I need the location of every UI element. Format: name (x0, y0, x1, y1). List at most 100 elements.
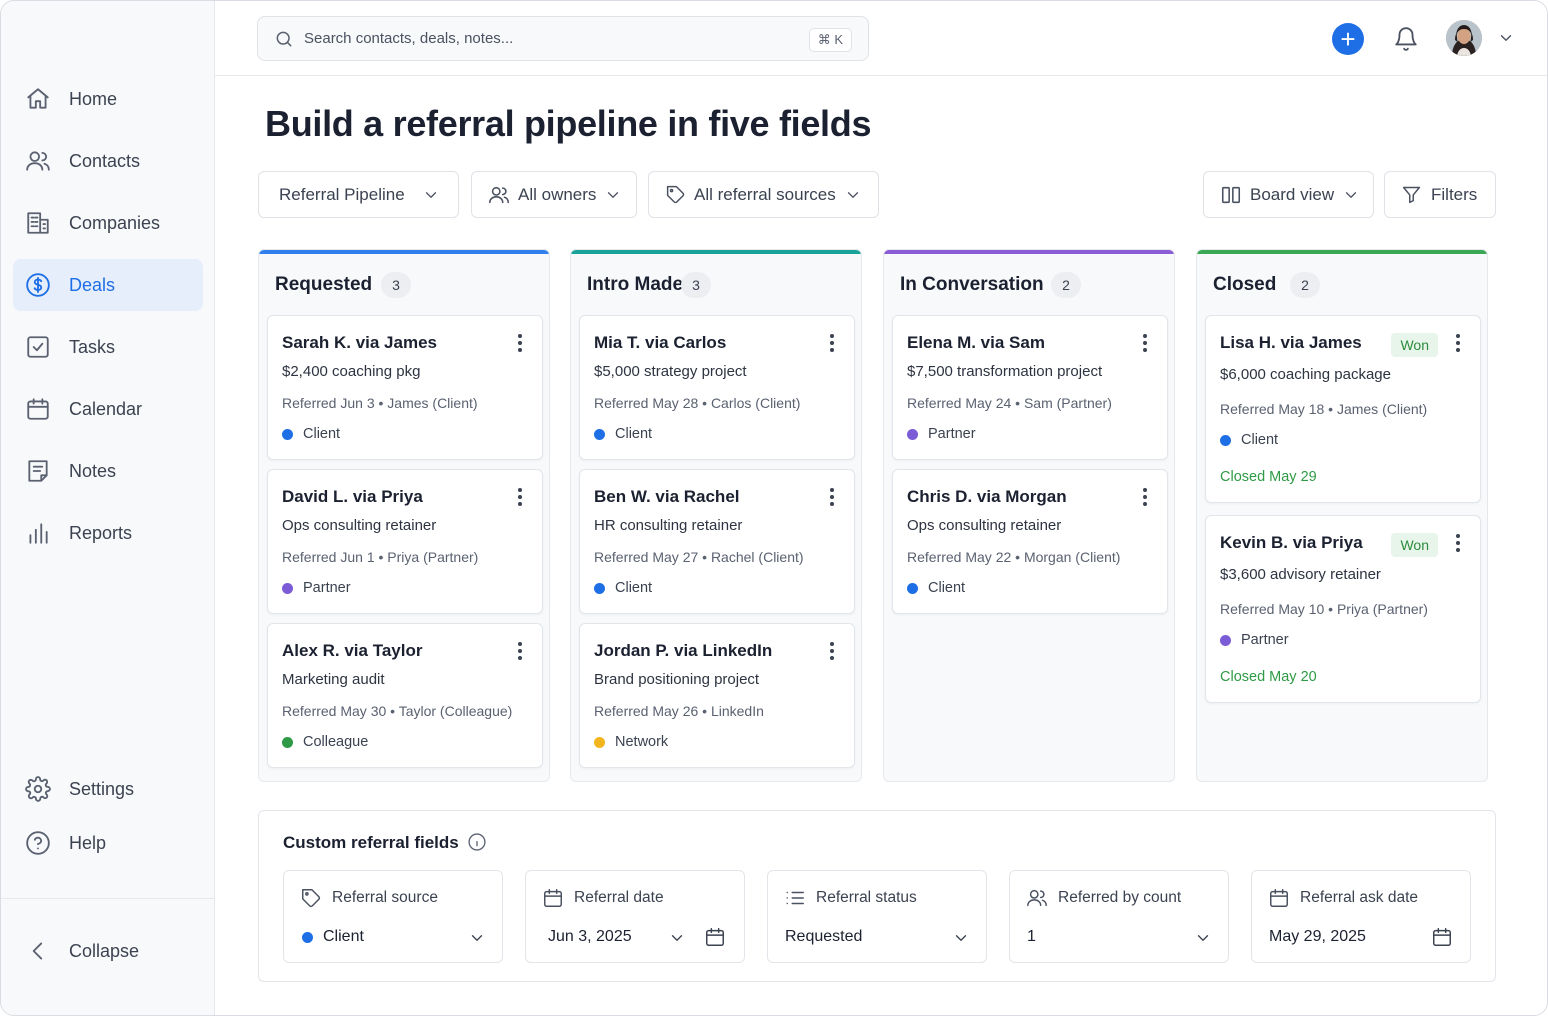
deal-card[interactable]: Alex R. via Taylor Marketing audit Referre… (267, 623, 543, 768)
board-view-dropdown[interactable]: Board view (1203, 171, 1374, 218)
sidebar-item-reports[interactable]: Reports (13, 507, 203, 559)
calendar-picker-icon[interactable] (704, 926, 726, 948)
column-accent-bar (571, 250, 861, 254)
referral-sources-dropdown[interactable]: All referral sources (648, 171, 879, 218)
deal-card[interactable]: Kevin B. via Priya $3,600 advisory retain… (1205, 515, 1481, 703)
more-options-icon[interactable] (824, 485, 840, 509)
deal-card[interactable]: Elena M. via Sam $7,500 transformation pr… (892, 315, 1168, 460)
column-count-badge: 2 (1051, 272, 1081, 298)
deal-card[interactable]: Chris D. via Morgan Ops consulting retain… (892, 469, 1168, 614)
sidebar-item-deals[interactable]: Deals (13, 259, 203, 311)
source-color-dot (907, 582, 918, 594)
referral-source-tag: Network (594, 734, 668, 750)
deal-card-meta: Referred May 27 • Rachel (Client) (594, 549, 804, 565)
referred-by-count-select[interactable]: 1 (1027, 928, 1036, 946)
field-referral-date[interactable]: Referral date Jun 3, 2025 (525, 870, 745, 963)
kebab-dot (830, 341, 834, 345)
deal-card-meta: Referred May 10 • Priya (Partner) (1220, 601, 1428, 617)
column-count-badge: 3 (381, 272, 411, 298)
page-title: Build a referral pipeline in five fields (265, 103, 872, 144)
note-icon (25, 458, 51, 484)
referral-date-input[interactable]: Jun 3, 2025 (548, 928, 632, 946)
deal-card[interactable]: Sarah K. via James $2,400 coaching pkg Ref… (267, 315, 543, 460)
deal-card-name: Chris D. via Morgan (907, 487, 1067, 506)
kebab-dot (1143, 334, 1147, 338)
deal-card[interactable]: Mia T. via Carlos $5,000 strategy project… (579, 315, 855, 460)
search-input[interactable] (304, 30, 784, 47)
help-circle-icon (25, 830, 51, 856)
info-icon[interactable] (467, 832, 487, 852)
more-options-icon[interactable] (1450, 531, 1466, 555)
more-options-icon[interactable] (824, 331, 840, 355)
deal-card[interactable]: Lisa H. via James $6,000 coaching package… (1205, 315, 1481, 503)
bar-chart-icon (25, 520, 51, 546)
deal-card[interactable]: Jordan P. via LinkedIn Brand positioning … (579, 623, 855, 768)
sidebar-item-label: Reports (69, 522, 133, 543)
more-options-icon[interactable] (512, 331, 528, 355)
chevron-down-icon (1194, 929, 1212, 947)
referral-source-label: Partner (1241, 632, 1289, 648)
custom-fields-title: Custom referral fields (283, 833, 459, 852)
notifications-button[interactable] (1393, 25, 1419, 53)
referral-status-select[interactable]: Requested (785, 928, 862, 946)
sidebar-item-help[interactable]: Help (13, 817, 203, 869)
sidebar-item-companies[interactable]: Companies (13, 197, 203, 249)
kebab-dot (1143, 341, 1147, 345)
more-options-icon[interactable] (1137, 331, 1153, 355)
referral-source-select[interactable]: Client (302, 928, 364, 946)
more-options-icon[interactable] (1450, 331, 1466, 355)
column-accent-bar (884, 250, 1174, 254)
field-referral-status[interactable]: Referral status Requested (767, 870, 987, 963)
list-icon (784, 887, 806, 909)
users-icon (489, 186, 509, 203)
sidebar-item-notes[interactable]: Notes (13, 445, 203, 497)
deal-card-name: Elena M. via Sam (907, 333, 1045, 352)
deal-card-name: Lisa H. via James (1220, 333, 1362, 352)
deal-card[interactable]: Ben W. via Rachel HR consulting retainer R… (579, 469, 855, 614)
deal-card[interactable]: David L. via Priya Ops consulting retaine… (267, 469, 543, 614)
source-color-dot (282, 428, 293, 440)
search-shortcut-badge: ⌘ K (808, 28, 852, 52)
gear-icon (25, 776, 51, 802)
search-box[interactable]: ⌘ K (257, 16, 869, 61)
column-in-conversation: In Conversation 2 Elena M. via Sam $7,500 t… (883, 249, 1175, 782)
deal-card-meta: Referred May 30 • Taylor (Colleague) (282, 703, 513, 719)
closed-date: Closed May 20 (1220, 669, 1317, 685)
field-referral-source[interactable]: Referral source Client (283, 870, 503, 963)
sidebar-item-tasks[interactable]: Tasks (13, 321, 203, 373)
more-options-icon[interactable] (824, 639, 840, 663)
field-referral-ask-date[interactable]: Referral ask date May 29, 2025 (1251, 870, 1471, 963)
owners-dropdown[interactable]: All owners (471, 171, 637, 218)
calendar-picker-icon[interactable] (1431, 926, 1453, 948)
avatar[interactable] (1446, 20, 1482, 56)
sidebar-item-calendar[interactable]: Calendar (13, 383, 203, 435)
add-button[interactable]: + (1332, 23, 1364, 55)
referral-source-label: Client (303, 426, 341, 442)
more-options-icon[interactable] (1137, 485, 1153, 509)
filters-button[interactable]: Filters (1384, 171, 1496, 218)
sidebar-item-contacts[interactable]: Contacts (13, 135, 203, 187)
tag-icon (300, 887, 322, 909)
sidebar-item-home[interactable]: Home (13, 73, 203, 125)
checkbox-icon (25, 334, 51, 360)
account-menu-chevron[interactable] (1497, 29, 1515, 47)
kebab-dot (518, 649, 522, 653)
custom-referral-fields-panel: Custom referral fields Referral source C… (258, 810, 1496, 982)
sidebar-item-label: Notes (69, 460, 117, 481)
sidebar-item-label: Deals (69, 274, 116, 295)
sidebar-item-settings[interactable]: Settings (13, 763, 203, 815)
deal-card-meta: Referred May 22 • Morgan (Client) (907, 549, 1121, 565)
more-options-icon[interactable] (512, 639, 528, 663)
field-label: Referred by count (1058, 889, 1182, 906)
deal-card-description: $3,600 advisory retainer (1220, 566, 1381, 583)
pipeline-dropdown[interactable]: Referral Pipeline (258, 171, 459, 218)
more-options-icon[interactable] (512, 485, 528, 509)
source-color-dot (282, 736, 293, 748)
chevron-down-icon (608, 191, 619, 198)
kebab-dot (518, 495, 522, 499)
chevron-down-icon (468, 929, 486, 947)
collapse-button[interactable]: Collapse (13, 925, 203, 977)
owners-dropdown-label: All owners (518, 184, 597, 204)
referral-ask-date-input[interactable]: May 29, 2025 (1269, 928, 1366, 946)
field-referred-by-count[interactable]: Referred by count 1 (1009, 870, 1229, 963)
